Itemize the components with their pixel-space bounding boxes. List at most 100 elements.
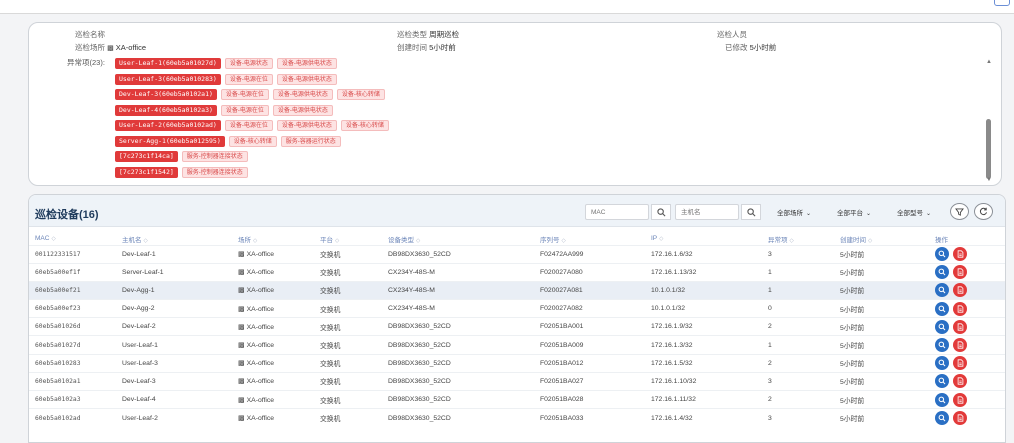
modified-label: 已修改 [725,43,748,52]
hostname-search-input[interactable] [676,205,738,219]
view-button[interactable] [935,283,949,298]
device-tag[interactable]: [7c273c1f14ca] [115,151,178,162]
cell-abnormal: 3 [768,250,772,258]
report-button[interactable] [953,283,967,298]
table-row[interactable]: 60eb5a010283 User-Leaf-3 ▩ XA-office 交换机 DB98… [29,354,1005,372]
vertical-scrollbar[interactable]: ▲ ▼ [985,59,993,183]
scroll-down-icon[interactable]: ▼ [986,177,992,183]
mac-search-input[interactable] [586,205,648,219]
cell-device-type: DB98DX3630_52CD [388,250,451,258]
report-icon [957,268,963,276]
table-row[interactable]: 001122331517 Dev-Leaf-1 ▩ XA-office 交换机 DB98D… [29,245,1005,263]
device-tag[interactable]: User-Leaf-2(60eb5a0102ad) [115,120,221,131]
cell-created: 5小时前 [840,361,865,369]
report-button[interactable] [953,265,967,280]
device-tag[interactable]: Server-Agg-1(60eb5a012595) [115,135,225,147]
report-button[interactable] [953,301,967,316]
refresh-button[interactable] [974,203,993,220]
table-row[interactable]: 60eb5a00ef23 Dev-Agg-2 ▩ XA-office 交换机 CX234Y… [29,299,1005,318]
issue-tag: 设备-核心转储 [340,120,389,131]
sort-icon[interactable]: ◇ [562,238,566,244]
site-text: XA-office [246,378,275,386]
cell-hostname: Dev-Agg-2 [122,305,155,313]
search-icon [938,359,946,367]
view-button[interactable] [935,265,949,280]
report-button[interactable] [953,392,967,407]
cell-platform: 交换机 [320,379,341,387]
report-button[interactable] [953,411,967,426]
view-button[interactable] [935,319,949,334]
cell-abnormal: 1 [768,286,772,294]
table-header-row: MAC ◇ 主机名 ◇ 场所 ◇ 平台 ◇ 设备类型 ◇ 序列号 ◇ IP ◇ 异常项 ◇ 创建… [29,233,1005,245]
filter-button[interactable] [950,203,969,220]
site-filter-label: 全部场所 [777,210,803,217]
col-mac[interactable]: MAC ◇ [29,233,116,245]
report-button[interactable] [953,247,967,262]
view-button[interactable] [935,411,949,426]
table-row[interactable]: 60eb5a0102a3 Dev-Leaf-4 ▩ XA-office 交换机 DB98D… [29,390,1005,409]
col-created[interactable]: 创建时间 ◇ [834,233,929,245]
platform-filter-dropdown[interactable]: 全部平台 ⌄ [837,207,871,217]
view-button[interactable] [935,356,949,371]
model-filter-dropdown[interactable]: 全部型号 ⌄ [897,207,931,217]
view-button[interactable] [935,247,949,262]
sort-icon[interactable]: ◇ [659,236,663,242]
cell-actions [929,281,1005,299]
sort-icon[interactable]: ◇ [416,238,420,244]
report-button[interactable] [953,356,967,371]
device-tag[interactable]: User-Leaf-1(60eb5a01027d) [115,58,221,69]
col-serial[interactable]: 序列号 ◇ [534,233,645,245]
scrollbar-thumb[interactable] [986,119,991,179]
hostname-search-button[interactable] [741,204,761,220]
devices-table: MAC ◇ 主机名 ◇ 场所 ◇ 平台 ◇ 设备类型 ◇ 序列号 ◇ IP ◇ 异常项 ◇ 创建… [29,233,1005,427]
report-button[interactable] [953,319,967,334]
report-icon [957,250,963,258]
device-tag[interactable]: Dev-Leaf-4(60eb5a0102a3) [115,104,217,116]
table-row[interactable]: 60eb5a00ef21 Dev-Agg-1 ▩ XA-office 交换机 CX234Y… [29,281,1005,300]
table-row[interactable]: 60eb5a00ef1f Server-Leaf-1 ▩ XA-office 交换机 CX… [29,263,1005,281]
view-button[interactable] [935,338,949,353]
col-device-type[interactable]: 设备类型 ◇ [382,233,534,245]
col-hostname[interactable]: 主机名 ◇ [116,233,232,245]
report-button[interactable] [953,374,967,389]
sort-icon[interactable]: ◇ [335,238,339,244]
device-tag[interactable]: [7c273c1f1542] [115,166,178,178]
site-filter-dropdown[interactable]: 全部场所 ⌄ [777,207,811,217]
abnormal-item-row: Dev-Leaf-4(60eb5a0102a3) 设备-电源在位 设备-电源供电状态 [115,104,333,117]
abnormal-items-list[interactable]: User-Leaf-1(60eb5a01027d) 设备-电源状态 设备-电源供电状… [115,48,715,185]
cell-site: ▩ XA-office [232,281,314,299]
cell-platform: 交换机 [320,343,341,351]
sort-icon[interactable]: ◇ [790,238,794,244]
col-platform[interactable]: 平台 ◇ [314,233,382,245]
view-button[interactable] [935,301,949,316]
sort-icon[interactable]: ◇ [868,238,872,244]
sort-icon[interactable]: ◇ [51,236,55,242]
search-icon [746,207,755,216]
cell-serial: F02051BA033 [540,414,584,422]
cell-ip: 10.1.0.1/32 [651,305,686,313]
col-ip[interactable]: IP ◇ [645,233,762,245]
table-row[interactable]: 60eb5a0102a1 Dev-Leaf-3 ▩ XA-office 交换机 DB98D… [29,372,1005,390]
mac-search-box[interactable] [585,204,649,220]
cell-abnormal: 1 [768,268,772,276]
scroll-up-icon[interactable]: ▲ [986,59,992,65]
col-site[interactable]: 场所 ◇ [232,233,314,245]
table-row[interactable]: 60eb5a01027d User-Leaf-1 ▩ XA-office 交换机 DB98… [29,335,1005,354]
cell-platform: 交换机 [320,306,341,314]
hostname-search-box[interactable] [675,204,739,220]
corner-button[interactable] [994,0,1010,6]
mac-search-button[interactable] [651,204,671,220]
table-row[interactable]: 60eb5a0102ad User-Leaf-2 ▩ XA-office 交换机 DB98… [29,408,1005,427]
site-text: XA-office [246,305,275,313]
sort-icon[interactable]: ◇ [144,238,148,244]
sort-icon[interactable]: ◇ [253,238,257,244]
view-button[interactable] [935,392,949,407]
report-button[interactable] [953,338,967,353]
table-row[interactable]: 60eb5a01026d Dev-Leaf-2 ▩ XA-office 交换机 DB98D… [29,317,1005,336]
cell-actions [929,391,1005,409]
device-tag[interactable]: Dev-Leaf-3(60eb5a0102a1) [115,89,217,100]
view-button[interactable] [935,374,949,389]
col-abnormal[interactable]: 异常项 ◇ [762,233,834,245]
cell-mac: 60eb5a00ef1f [35,268,81,276]
device-tag[interactable]: User-Leaf-3(60eb5a010283) [115,73,221,85]
